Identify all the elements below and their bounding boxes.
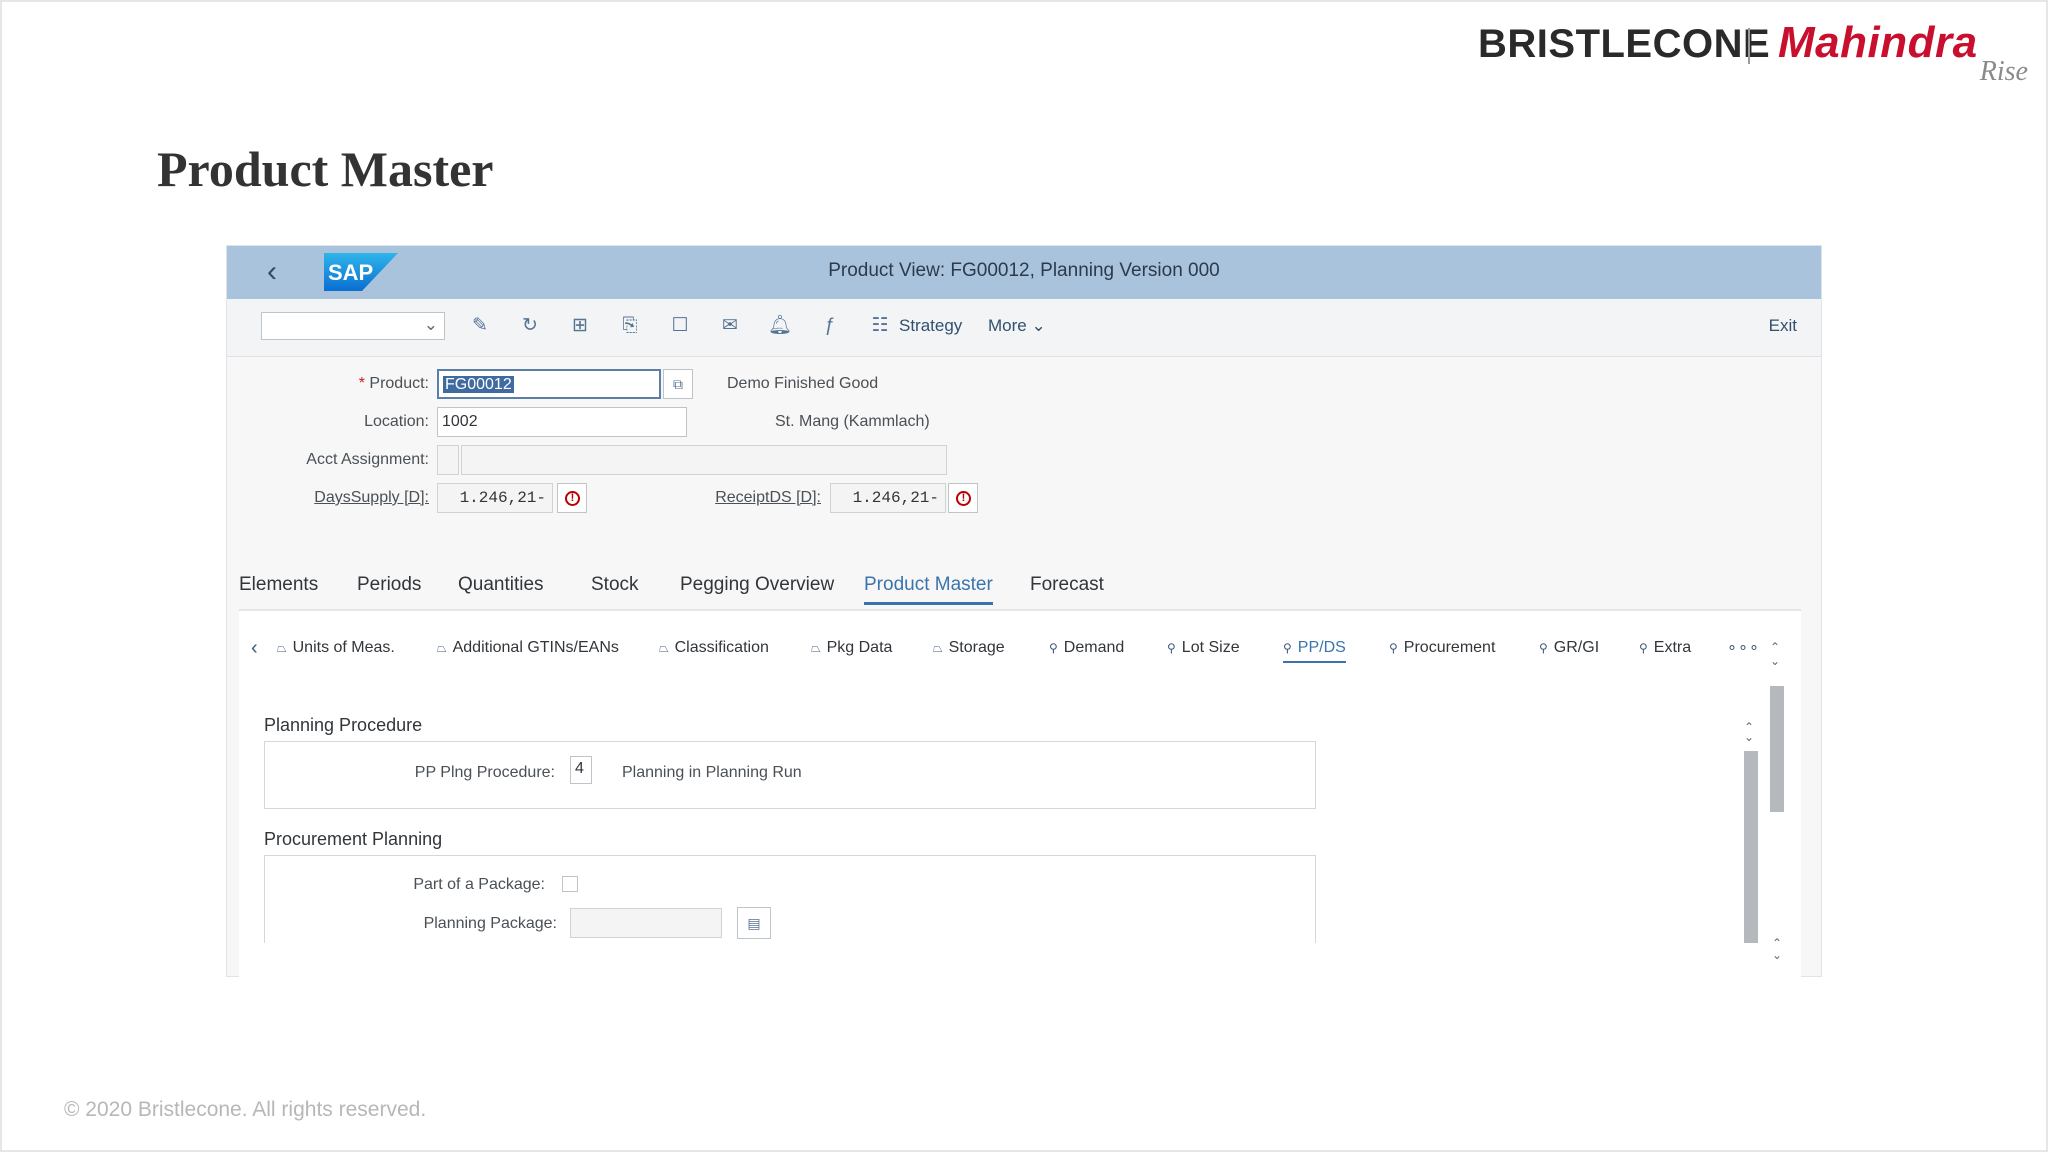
edit-icon[interactable]: ✎	[467, 313, 493, 339]
variant-select[interactable]: ⌄	[261, 312, 445, 340]
toolbar: ⌄ ✎ ↻ ⊞ ⎘ ☐ ✉ 🔔︎ ƒ ☷ Strategy More ⌄ Exi…	[227, 299, 1821, 357]
tab-quantities[interactable]: Quantities	[458, 574, 544, 596]
subtab-additional-gtins[interactable]: ⏢ Additional GTINs/EANs	[437, 639, 619, 657]
subtab-pkg-data[interactable]: ⏢ Pkg Data	[811, 639, 892, 657]
acct-assignment-input	[461, 445, 947, 475]
refresh-icon[interactable]: ↻	[517, 313, 543, 339]
hat-icon: ⏢	[277, 641, 287, 655]
overflow-more-icon[interactable]: ∘∘∘	[1727, 637, 1760, 657]
subtab-gr-gi[interactable]: ⚲ GR/GI	[1539, 639, 1599, 657]
tab-product-master[interactable]: Product Master	[864, 574, 993, 605]
formula-icon[interactable]: ƒ	[817, 313, 843, 339]
acct-assignment-key	[437, 445, 459, 475]
tab-forecast[interactable]: Forecast	[1030, 574, 1104, 596]
dayssupply-link[interactable]: DaysSupply [D]:	[267, 489, 429, 507]
value-help-icon[interactable]: ⧉	[663, 369, 693, 399]
planning-procedure-box: PP Plng Procedure: 4 Planning in Plannin…	[264, 741, 1316, 809]
dayssupply-value: 1.246,21-	[437, 483, 553, 513]
pin-icon: ⚲	[1639, 641, 1648, 655]
subtab-units-of-meas[interactable]: ⏢ Units of Meas.	[277, 639, 395, 657]
product-input[interactable]: FG00012	[437, 369, 661, 399]
more-label: More	[988, 316, 1027, 335]
planning-package-input	[570, 908, 722, 938]
tab-stock[interactable]: Stock	[591, 574, 639, 596]
location-description: St. Mang (Kammlach)	[775, 413, 930, 430]
dayssupply-alert-icon[interactable]: !	[557, 483, 587, 513]
document-icon[interactable]: ▤	[737, 907, 771, 939]
copy-doc-icon[interactable]: ⎘	[617, 313, 643, 339]
pin-icon: ⚲	[1283, 641, 1292, 655]
acct-assignment-label: Acct Assignment:	[306, 451, 429, 468]
rise-logo: Rise	[1979, 56, 2028, 87]
pp-plng-procedure-input[interactable]: 4	[570, 756, 592, 784]
scrollbar-thumb[interactable]	[1770, 686, 1784, 812]
subtab-scroll-left-icon[interactable]: ‹	[251, 637, 258, 660]
subtab-classification[interactable]: ⏢ Classification	[659, 639, 769, 657]
mahindra-logo: Mahindra	[1778, 18, 1978, 67]
panel-scrollbar[interactable]: ⌃ ⌄	[1768, 641, 1784, 941]
product-description: Demo Finished Good	[727, 375, 879, 392]
hat-icon: ⏢	[933, 641, 943, 655]
strategy-icon: ☷	[871, 315, 889, 336]
chevron-down-icon: ⌄	[423, 315, 438, 334]
hat-icon: ⏢	[659, 641, 669, 655]
bristlecone-logo: BRISTLECONE	[1478, 22, 1771, 66]
receiptds-link[interactable]: ReceiptDS [D]:	[697, 489, 821, 507]
location-label: Location:	[364, 413, 429, 430]
section-scrollbar[interactable]: ⌃ ⌄	[1744, 721, 1758, 947]
copyright-footer: © 2020 Bristlecone. All rights reserved.	[64, 1098, 427, 1121]
mail-icon[interactable]: ✉	[717, 313, 743, 339]
receiptds-value: 1.246,21-	[830, 483, 946, 513]
procurement-planning-title: Procurement Planning	[264, 829, 443, 849]
scroll-down-icon[interactable]: ⌄	[1772, 949, 1782, 961]
receiptds-alert-icon[interactable]: !	[948, 483, 978, 513]
scroll-up-icon[interactable]: ⌃	[1770, 641, 1780, 653]
hat-icon: ⏢	[437, 641, 447, 655]
tab-periods[interactable]: Periods	[357, 574, 421, 596]
brand-logos: BRISTLECONE Mahindra Rise	[1478, 14, 2038, 87]
subtab-demand[interactable]: ⚲ Demand	[1049, 639, 1124, 657]
scrollbar-thumb[interactable]	[1744, 751, 1758, 943]
strategy-button[interactable]: Strategy	[899, 316, 962, 336]
subtab-storage[interactable]: ⏢ Storage	[933, 639, 1005, 657]
slide-title: Product Master	[157, 141, 494, 197]
hat-icon: ⏢	[811, 641, 821, 655]
scroll-down-icon[interactable]: ⌄	[1744, 731, 1754, 743]
subtab-ppds[interactable]: ⚲ PP/DS	[1283, 639, 1346, 663]
more-button[interactable]: More ⌄	[988, 316, 1046, 336]
exit-button[interactable]: Exit	[1769, 316, 1797, 336]
pin-icon: ⚲	[1389, 641, 1398, 655]
subtab-bar: ‹ ⏢ Units of Meas. ⏢ Additional GTINs/EANs…	[239, 633, 1801, 673]
sap-window: ‹ SAP Product View: FG00012, Planning Ve…	[226, 245, 1822, 978]
pp-plng-procedure-label: PP Plng Procedure:	[414, 764, 555, 781]
product-label: * Product:	[358, 375, 429, 392]
product-value: FG00012	[443, 376, 514, 393]
shell-bar: ‹ SAP Product View: FG00012, Planning Ve…	[227, 246, 1821, 299]
product-master-panel: ‹ ⏢ Units of Meas. ⏢ Additional GTINs/EANs…	[239, 611, 1801, 978]
part-of-package-checkbox[interactable]	[562, 876, 578, 892]
pin-icon: ⚲	[1539, 641, 1548, 655]
tab-pegging-overview[interactable]: Pegging Overview	[680, 574, 834, 596]
chevron-down-icon: ⌄	[1031, 316, 1046, 335]
location-input[interactable]: 1002	[437, 407, 687, 437]
part-of-package-label: Part of a Package:	[413, 876, 545, 893]
planning-procedure-title: Planning Procedure	[264, 715, 423, 735]
main-tabs: Elements Periods Quantities Stock Peggin…	[239, 574, 1809, 614]
hierarchy-icon[interactable]: ⊞	[567, 313, 593, 339]
planning-package-label: Planning Package:	[423, 915, 557, 932]
subtab-procurement[interactable]: ⚲ Procurement	[1389, 639, 1495, 657]
subtab-extra[interactable]: ⚲ Extra	[1639, 639, 1691, 657]
brand-divider	[1748, 28, 1750, 64]
procurement-planning-box: Part of a Package: Planning Package: ▤	[264, 855, 1316, 943]
bell-icon[interactable]: 🔔︎	[767, 313, 793, 339]
tab-elements[interactable]: Elements	[239, 574, 318, 596]
pp-plng-procedure-desc: Planning in Planning Run	[622, 764, 802, 781]
display-icon[interactable]: ☐	[667, 313, 693, 339]
pin-icon: ⚲	[1167, 641, 1176, 655]
subtab-lot-size[interactable]: ⚲ Lot Size	[1167, 639, 1240, 657]
scroll-down-icon[interactable]: ⌄	[1770, 655, 1780, 667]
shell-title: Product View: FG00012, Planning Version …	[828, 260, 1220, 281]
pin-icon: ⚲	[1049, 641, 1058, 655]
